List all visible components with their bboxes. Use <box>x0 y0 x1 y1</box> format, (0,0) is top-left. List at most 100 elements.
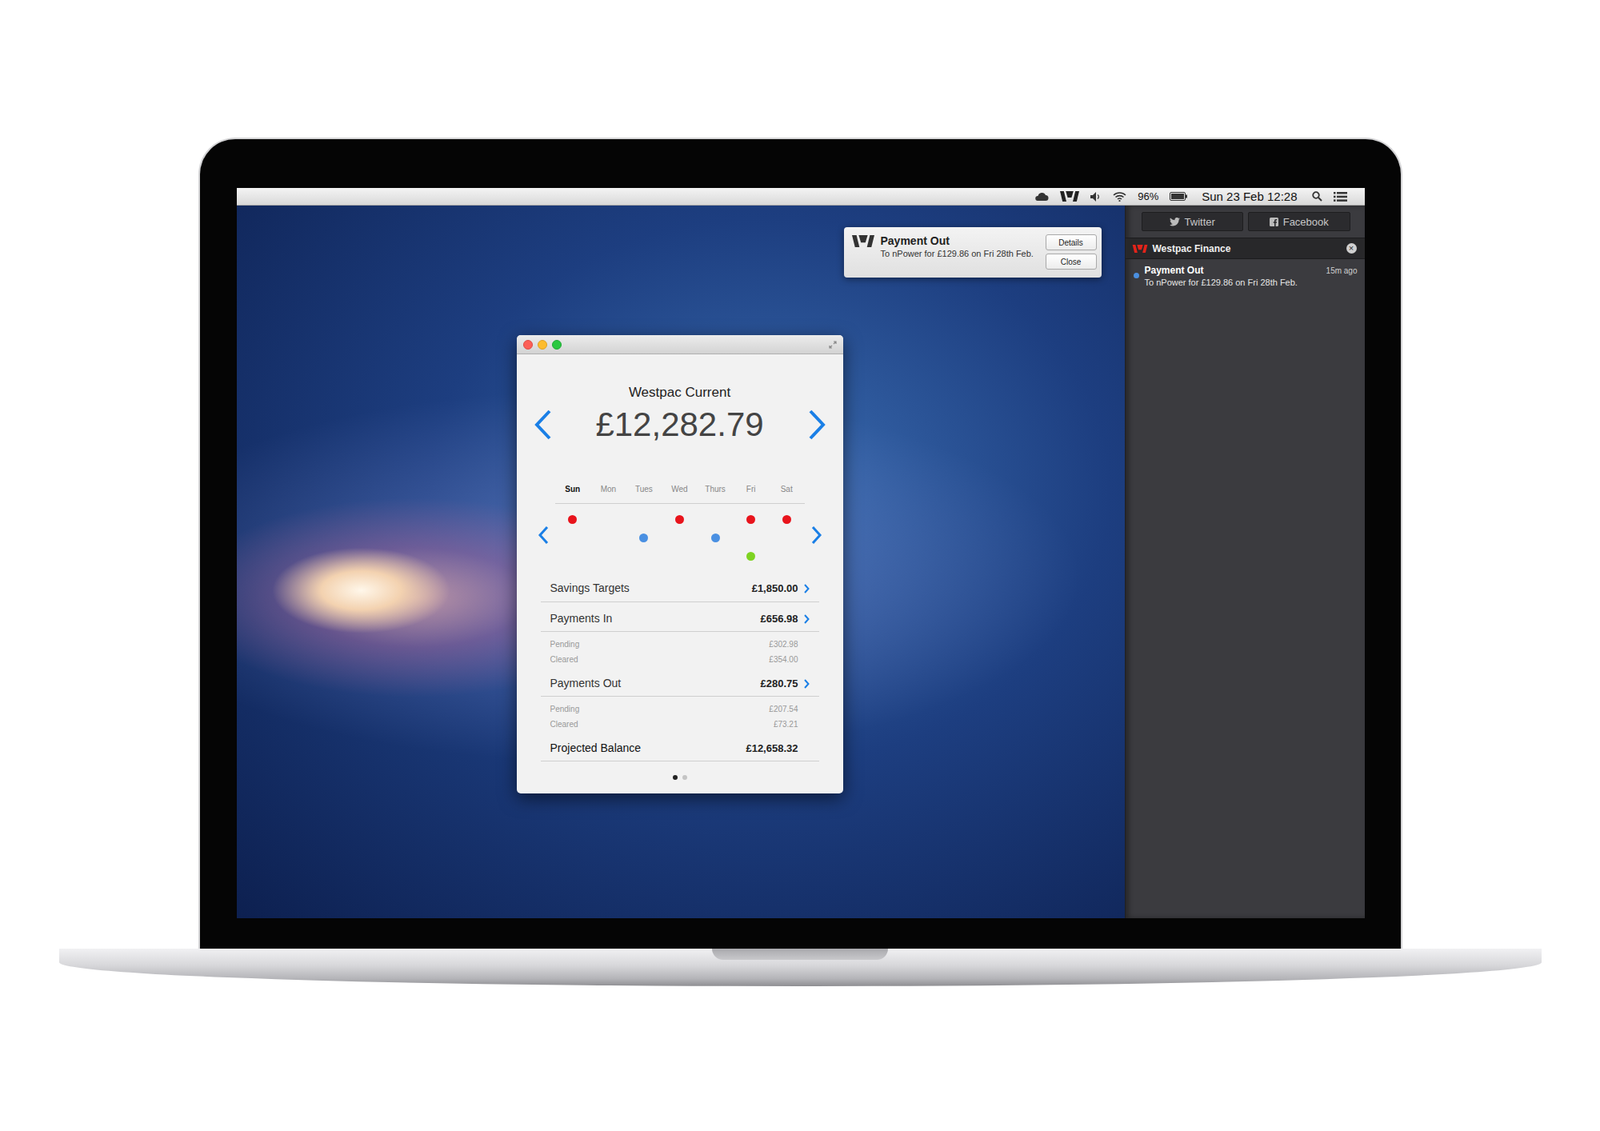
day-label[interactable]: Wed <box>661 482 698 497</box>
day-column[interactable] <box>590 510 627 566</box>
notification-body: To nPower for £129.86 on Fri 28th Feb. <box>1144 277 1358 288</box>
account-title: Westpac Current <box>531 384 829 401</box>
day-header: SunMonTuesWedThursFriSat <box>555 482 805 504</box>
entry-dot <box>782 515 792 524</box>
title-bar <box>516 335 844 355</box>
unread-dot <box>1133 272 1140 279</box>
next-account-icon[interactable] <box>808 409 826 440</box>
day-label[interactable]: Thurs <box>697 482 734 497</box>
summary-row[interactable]: Payments Out£280.75 <box>540 667 820 697</box>
day-label[interactable]: Mon <box>590 482 627 497</box>
row-label: Pending <box>550 636 770 652</box>
facebook-icon <box>1269 217 1279 227</box>
share-label: Twitter <box>1184 216 1216 228</box>
search-icon[interactable] <box>1312 191 1323 202</box>
day-column[interactable] <box>626 510 663 566</box>
summary-row: Cleared£354.00 <box>540 652 820 668</box>
entry-dot <box>568 515 577 524</box>
previous-account-icon[interactable] <box>534 409 552 440</box>
close-button[interactable] <box>523 340 533 350</box>
share-button[interactable]: Facebook <box>1248 212 1351 232</box>
group-close-button[interactable]: × <box>1346 243 1357 254</box>
base-notch <box>712 948 888 960</box>
balance-row: £12,282.79 <box>531 405 829 444</box>
share-button[interactable]: Twitter <box>1141 212 1244 232</box>
workspace: Payment OutTo nPower for £129.86 on Fri … <box>236 205 1365 919</box>
wifi-icon[interactable] <box>1112 192 1127 202</box>
fullscreen-icon[interactable] <box>828 340 837 349</box>
entry-dot <box>746 552 756 561</box>
chevron-icon <box>803 614 810 624</box>
menu-bar: 96% Sun 23 Feb 12:28 <box>236 188 1365 206</box>
row-label: Payments Out <box>550 676 761 691</box>
row-amount: £207.54 <box>768 701 798 717</box>
day-column[interactable] <box>768 510 805 566</box>
zoom-button[interactable] <box>552 340 562 350</box>
notification-item[interactable]: Payment Out 15m agoTo nPower for £129.86 … <box>1125 259 1365 294</box>
row-label: Cleared <box>550 716 774 732</box>
day-column[interactable] <box>555 510 592 566</box>
row-label: Projected Balance <box>550 741 747 756</box>
day-column[interactable] <box>732 510 769 566</box>
next-week-icon[interactable] <box>811 525 823 545</box>
day-entries <box>555 504 805 566</box>
row-amount: £12,658.32 <box>745 741 798 756</box>
notification-title: Payment Out <box>1144 264 1204 276</box>
clock[interactable]: Sun 23 Feb 12:28 <box>1201 189 1297 204</box>
row-amount: £1,850.00 <box>752 581 799 596</box>
row-label: Pending <box>550 701 770 717</box>
desktop: Payment OutTo nPower for £129.86 on Fri … <box>236 205 1125 919</box>
day-label[interactable]: Fri <box>732 482 769 497</box>
entry-dot <box>711 533 720 543</box>
row-amount: £656.98 <box>760 612 799 626</box>
chevron-icon <box>803 584 810 594</box>
summary-row: Pending£207.54 <box>540 701 820 717</box>
summary-row[interactable]: Payments In£656.98 <box>540 602 820 632</box>
minimize-button[interactable] <box>537 340 548 350</box>
share-label: Facebook <box>1283 216 1329 228</box>
day-column[interactable] <box>697 510 734 566</box>
westpac-logo-icon <box>852 235 875 248</box>
notification-group: Westpac Finance×Payment Out15m agoTo nPo… <box>1125 237 1365 294</box>
notification-banner[interactable]: Payment OutTo nPower for £129.86 on Fri … <box>844 227 1102 278</box>
banner-buttons: Details Close <box>1045 234 1097 273</box>
page-dot[interactable] <box>672 775 678 780</box>
row-amount: £302.98 <box>768 636 798 652</box>
battery-icon[interactable] <box>1169 192 1188 201</box>
share-buttons: Twitter Facebook <box>1125 205 1365 238</box>
volume-icon[interactable] <box>1090 192 1102 202</box>
twitter-icon <box>1169 217 1180 227</box>
battery-percent[interactable]: 96% <box>1137 190 1159 203</box>
westpac-logo-icon <box>1132 244 1148 253</box>
pager <box>531 775 829 780</box>
entry-dot <box>675 515 684 524</box>
page-dot[interactable] <box>682 775 688 780</box>
day-column[interactable] <box>661 510 698 566</box>
summary: Savings Targets£1,850.00Payments In£656.… <box>531 567 829 762</box>
week-calendar: SunMonTuesWedThursFriSat <box>531 482 829 566</box>
westpac-logo-icon[interactable] <box>1060 191 1080 202</box>
row-label: Cleared <box>550 652 770 668</box>
summary-row: Projected Balance£12,658.32 <box>540 732 820 762</box>
row-amount: £280.75 <box>760 676 799 691</box>
day-label[interactable]: Sat <box>768 482 805 497</box>
notification-center: TwitterFacebookWestpac Finance×Payment O… <box>1124 205 1365 919</box>
row-label: Payments In <box>550 612 761 626</box>
cloud-icon[interactable] <box>1034 192 1049 202</box>
banner-button[interactable]: Details <box>1045 234 1097 251</box>
page: 96%Sun 23 Feb 12:28Payment OutTo nPower … <box>0 0 1600 1131</box>
summary-row: Cleared£73.21 <box>540 716 820 732</box>
entry-dot <box>639 533 648 543</box>
previous-week-icon[interactable] <box>537 525 549 545</box>
entry-dot <box>746 515 756 524</box>
notification-list-icon[interactable] <box>1333 192 1348 202</box>
banner-title: Payment Out <box>880 234 1040 248</box>
day-label[interactable]: Tues <box>626 482 663 497</box>
notification-text: Payment Out 15m agoTo nPower for £129.86 … <box>1144 264 1358 288</box>
banner-text: Payment OutTo nPower for £129.86 on Fri … <box>880 234 1040 273</box>
notification-time: 15m ago <box>1326 266 1358 276</box>
banner-button[interactable]: Close <box>1045 253 1097 270</box>
chevron-icon <box>803 679 810 689</box>
summary-row[interactable]: Savings Targets£1,850.00 <box>540 567 820 603</box>
day-label[interactable]: Sun <box>555 482 592 497</box>
